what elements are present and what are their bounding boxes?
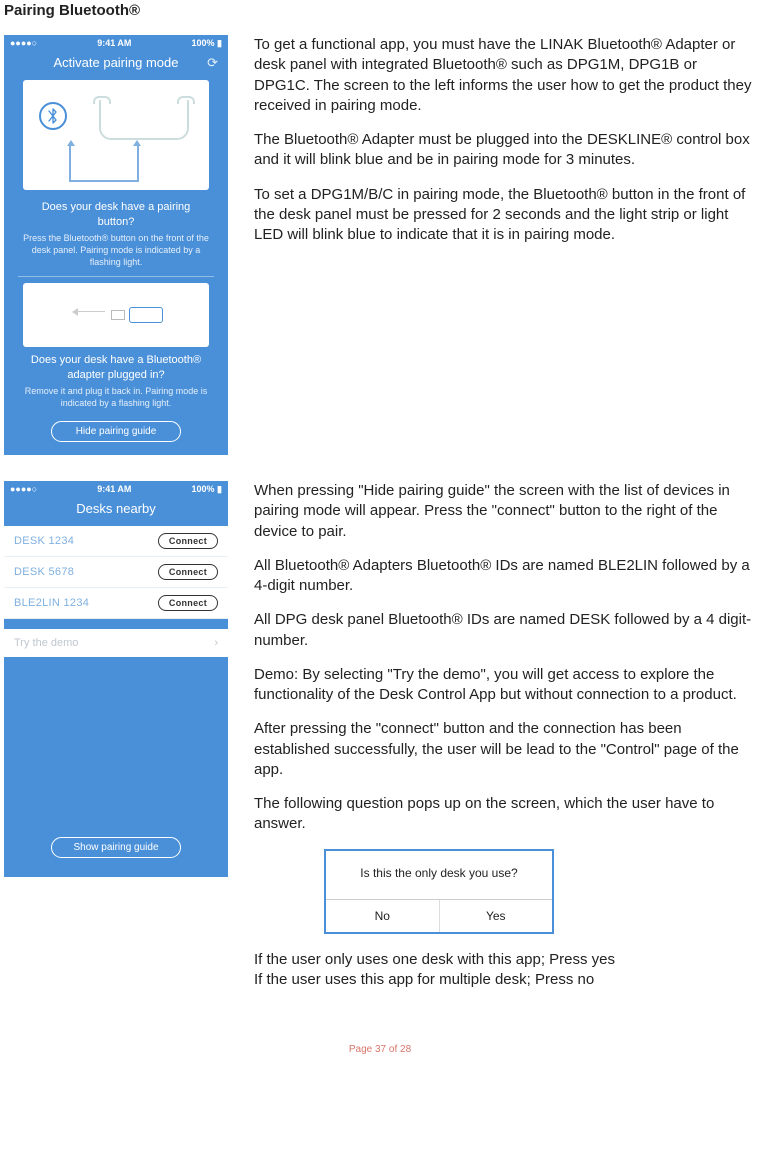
connect-button[interactable]: Connect	[158, 595, 218, 611]
spacer	[4, 657, 228, 827]
desk-row[interactable]: DESK 1234 Connect	[4, 526, 228, 557]
demo-label: Try the demo	[14, 637, 78, 649]
connect-button[interactable]: Connect	[158, 533, 218, 549]
desk-outline-icon	[99, 100, 189, 140]
chevron-right-icon: ›	[214, 637, 218, 649]
connect-button[interactable]: Connect	[158, 564, 218, 580]
paragraph: When pressing "Hide pairing guide" the s…	[254, 481, 756, 542]
status-time: 9:41 AM	[97, 38, 131, 48]
nav-title: Desks nearby	[4, 497, 228, 526]
body-text-1: To get a functional app, you must have t…	[228, 35, 756, 455]
dialog-question: Is this the only desk you use?	[326, 851, 552, 900]
dongle-icon	[111, 307, 163, 323]
desk-row[interactable]: DESK 5678 Connect	[4, 557, 228, 588]
status-bar: ●●●●○ 9:41 AM 100% ▮	[4, 481, 228, 497]
section-desks-nearby: ●●●●○ 9:41 AM 100% ▮ Desks nearby DESK 1…	[4, 481, 756, 1004]
paragraph: To set a DPG1M/B/C in pairing mode, the …	[254, 185, 756, 246]
section-pairing-guide: ●●●●○ 9:41 AM 100% ▮ Activate pairing mo…	[4, 35, 756, 455]
caption-pairing-button: Does your desk have a pairing button? Pr…	[4, 194, 228, 270]
desk-label: BLE2LIN 1234	[14, 597, 89, 609]
battery-icon: 100% ▮	[192, 38, 222, 49]
body-text-2: When pressing "Hide pairing guide" the s…	[228, 481, 756, 1004]
illustration-desk	[23, 80, 209, 190]
caption-sub: Press the Bluetooth® button on the front…	[22, 232, 210, 268]
paragraph: All Bluetooth® Adapters Bluetooth® IDs a…	[254, 556, 756, 597]
show-pairing-guide-button[interactable]: Show pairing guide	[51, 837, 181, 858]
phone-screenshot-pairing: ●●●●○ 9:41 AM 100% ▮ Activate pairing mo…	[4, 35, 228, 455]
paragraph: To get a functional app, you must have t…	[254, 35, 756, 116]
desk-label: DESK 5678	[14, 566, 74, 578]
status-time: 9:41 AM	[97, 484, 131, 494]
paragraph: If the user uses this app for multiple d…	[254, 970, 756, 990]
caption-sub: Remove it and plug it back in. Pairing m…	[22, 385, 210, 409]
signal-icon: ●●●●○	[10, 38, 37, 48]
try-demo-row[interactable]: Try the demo ›	[4, 629, 228, 657]
battery-icon: 100% ▮	[192, 484, 222, 495]
caption-adapter: Does your desk have a Bluetooth® adapter…	[4, 347, 228, 411]
page-title: Pairing Bluetooth®	[4, 2, 756, 19]
illustration-dongle	[23, 283, 209, 347]
arrows-icon	[69, 146, 139, 182]
phone-screenshot-list: ●●●●○ 9:41 AM 100% ▮ Desks nearby DESK 1…	[4, 481, 228, 877]
nav-title: Activate pairing mode ⟳	[4, 51, 228, 80]
caption-main: Does your desk have a pairing button?	[22, 200, 210, 230]
paragraph: Demo: By selecting "Try the demo", you w…	[254, 665, 756, 706]
dialog-yes-button[interactable]: Yes	[440, 900, 553, 932]
nav-title-text: Activate pairing mode	[53, 55, 178, 70]
status-bar: ●●●●○ 9:41 AM 100% ▮	[4, 35, 228, 51]
hide-pairing-guide-button[interactable]: Hide pairing guide	[51, 421, 181, 442]
paragraph: If the user only uses one desk with this…	[254, 950, 756, 970]
refresh-icon[interactable]: ⟳	[207, 55, 218, 71]
desk-label: DESK 1234	[14, 535, 74, 547]
desk-row[interactable]: BLE2LIN 1234 Connect	[4, 588, 228, 619]
separator	[18, 276, 214, 277]
only-desk-dialog: Is this the only desk you use? No Yes	[324, 849, 554, 934]
paragraph: The Bluetooth® Adapter must be plugged i…	[254, 130, 756, 171]
bluetooth-icon	[39, 102, 67, 130]
paragraph: After pressing the "connect" button and …	[254, 719, 756, 780]
nav-title-text: Desks nearby	[76, 501, 155, 516]
paragraph: All DPG desk panel Bluetooth® IDs are na…	[254, 610, 756, 651]
caption-main: Does your desk have a Bluetooth® adapter…	[22, 353, 210, 383]
signal-icon: ●●●●○	[10, 484, 37, 494]
paragraph: The following question pops up on the sc…	[254, 794, 756, 835]
page-footer: Page 37 of 28	[4, 1044, 756, 1055]
dialog-no-button[interactable]: No	[326, 900, 440, 932]
